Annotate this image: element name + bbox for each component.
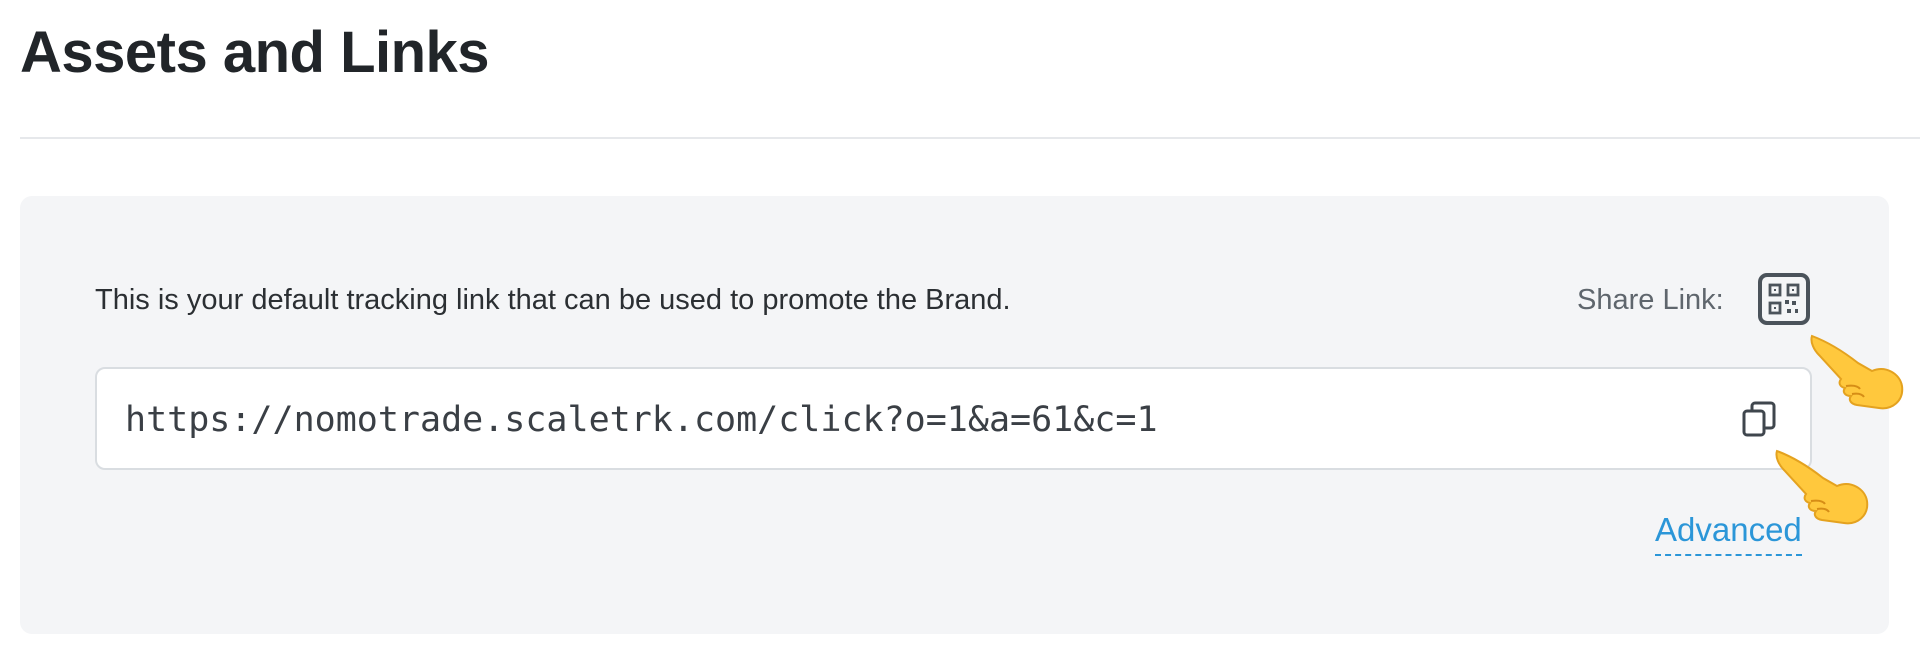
tracking-link-value[interactable]: https://nomotrade.scaletrk.com/click?o=1… (125, 399, 1158, 441)
qr-code-icon (1768, 283, 1800, 315)
tracking-link-description: This is your default tracking link that … (95, 284, 1011, 316)
tracking-link-field[interactable]: https://nomotrade.scaletrk.com/click?o=1… (95, 367, 1812, 470)
copy-link-button[interactable] (1738, 397, 1782, 441)
pointing-hand-icon (1810, 334, 1904, 410)
share-link-label: Share Link: (1577, 284, 1724, 316)
copy-icon (1742, 401, 1776, 437)
pointing-hand-icon (1775, 449, 1869, 525)
page-title: Assets and Links (20, 20, 490, 85)
assets-links-page: Assets and Links This is your default tr… (0, 0, 1920, 653)
share-qr-button[interactable] (1758, 273, 1810, 325)
header-divider (20, 137, 1920, 139)
